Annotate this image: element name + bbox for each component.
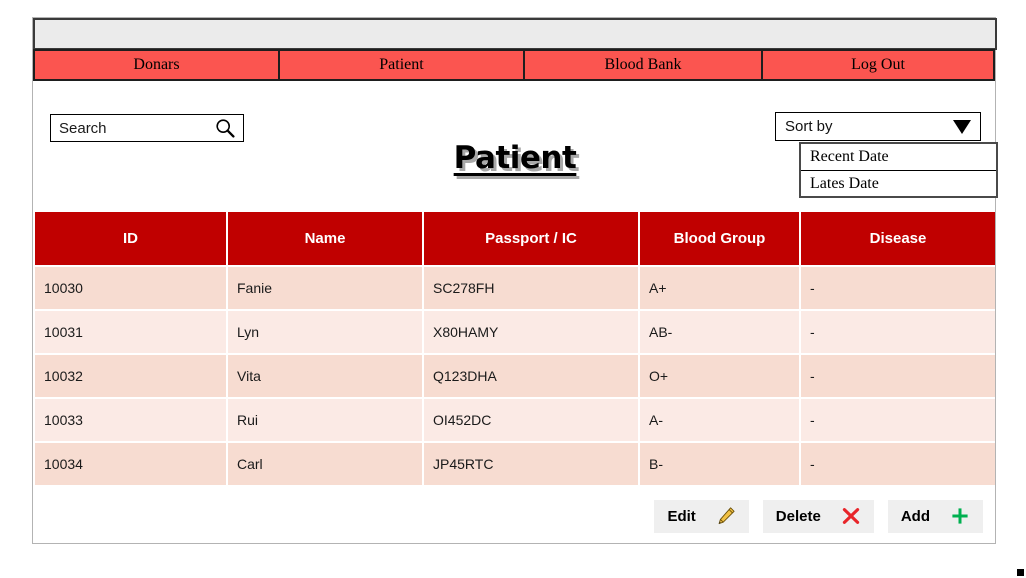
column-header-id[interactable]: ID: [35, 212, 227, 266]
cell-name: Rui: [227, 398, 423, 442]
column-header-passport-ic[interactable]: Passport / IC: [423, 212, 639, 266]
x-cross-icon: [841, 506, 861, 526]
search-box[interactable]: [50, 114, 244, 142]
patient-table: ID Name Passport / IC Blood Group Diseas…: [35, 212, 995, 487]
table-row[interactable]: 10031 Lyn X80HAMY AB- -: [35, 310, 995, 354]
pencil-icon: [716, 506, 736, 526]
edit-button[interactable]: Edit: [654, 500, 748, 533]
tab-donars-label: Donars: [133, 56, 179, 74]
toolbar: Patient Sort by Recent Date Lates Date: [33, 81, 997, 206]
cell-passport: JP45RTC: [423, 442, 639, 486]
cell-id: 10031: [35, 310, 227, 354]
cell-disease: -: [800, 310, 995, 354]
edit-button-label: Edit: [667, 508, 695, 525]
search-icon[interactable]: [215, 118, 235, 138]
tab-patient[interactable]: Patient: [278, 49, 525, 81]
tab-blood-bank-label: Blood Bank: [605, 56, 682, 74]
table-row[interactable]: 10032 Vita Q123DHA O+ -: [35, 354, 995, 398]
cell-id: 10033: [35, 398, 227, 442]
sort-option-recent-date-label: Recent Date: [810, 148, 889, 166]
cell-blood-group: O+: [639, 354, 800, 398]
cell-blood-group: B-: [639, 442, 800, 486]
application-window: Donars Patient Blood Bank Log Out Patien…: [32, 17, 996, 544]
search-input[interactable]: [51, 116, 209, 140]
chevron-down-icon: [953, 120, 971, 134]
tab-patient-label: Patient: [379, 56, 423, 74]
cell-name: Vita: [227, 354, 423, 398]
cell-id: 10032: [35, 354, 227, 398]
cell-blood-group: AB-: [639, 310, 800, 354]
sort-option-lates-date-label: Lates Date: [810, 175, 879, 193]
table-row[interactable]: 10030 Fanie SC278FH A+ -: [35, 266, 995, 310]
plus-icon: [950, 506, 970, 526]
cell-passport: OI452DC: [423, 398, 639, 442]
add-button[interactable]: Add: [888, 500, 983, 533]
cell-passport: SC278FH: [423, 266, 639, 310]
main-navigation-tabs: Donars Patient Blood Bank Log Out: [33, 49, 997, 81]
table-header-row: ID Name Passport / IC Blood Group Diseas…: [35, 212, 995, 266]
add-button-label: Add: [901, 508, 930, 525]
delete-button-label: Delete: [776, 508, 821, 525]
cell-name: Lyn: [227, 310, 423, 354]
cell-name: Carl: [227, 442, 423, 486]
table-row[interactable]: 10034 Carl JP45RTC B- -: [35, 442, 995, 486]
cell-blood-group: A-: [639, 398, 800, 442]
tab-donars[interactable]: Donars: [33, 49, 280, 81]
delete-button[interactable]: Delete: [763, 500, 874, 533]
table-body: 10030 Fanie SC278FH A+ - 10031 Lyn X80HA…: [35, 266, 995, 486]
column-header-name[interactable]: Name: [227, 212, 423, 266]
cell-disease: -: [800, 354, 995, 398]
cell-disease: -: [800, 398, 995, 442]
tab-log-out[interactable]: Log Out: [761, 49, 995, 81]
table-header: ID Name Passport / IC Blood Group Diseas…: [35, 212, 995, 266]
sort-control: Sort by Recent Date Lates Date: [775, 112, 981, 141]
cell-passport: Q123DHA: [423, 354, 639, 398]
cell-blood-group: A+: [639, 266, 800, 310]
sort-by-select[interactable]: Sort by: [775, 112, 981, 141]
resize-corner-marker: [1017, 569, 1024, 576]
column-header-blood-group[interactable]: Blood Group: [639, 212, 800, 266]
cell-name: Fanie: [227, 266, 423, 310]
title-bar-strip: [33, 18, 997, 50]
tab-log-out-label: Log Out: [851, 56, 905, 74]
sort-option-recent-date[interactable]: Recent Date: [801, 144, 996, 170]
cell-passport: X80HAMY: [423, 310, 639, 354]
action-bar: Edit Delete Add: [35, 491, 995, 541]
cell-id: 10030: [35, 266, 227, 310]
sort-option-lates-date[interactable]: Lates Date: [801, 170, 996, 196]
tab-blood-bank[interactable]: Blood Bank: [523, 49, 763, 81]
table-row[interactable]: 10033 Rui OI452DC A- -: [35, 398, 995, 442]
cell-disease: -: [800, 442, 995, 486]
column-header-disease[interactable]: Disease: [800, 212, 995, 266]
sort-by-label: Sort by: [785, 118, 833, 135]
cell-disease: -: [800, 266, 995, 310]
cell-id: 10034: [35, 442, 227, 486]
sort-options-dropdown: Recent Date Lates Date: [799, 142, 998, 198]
